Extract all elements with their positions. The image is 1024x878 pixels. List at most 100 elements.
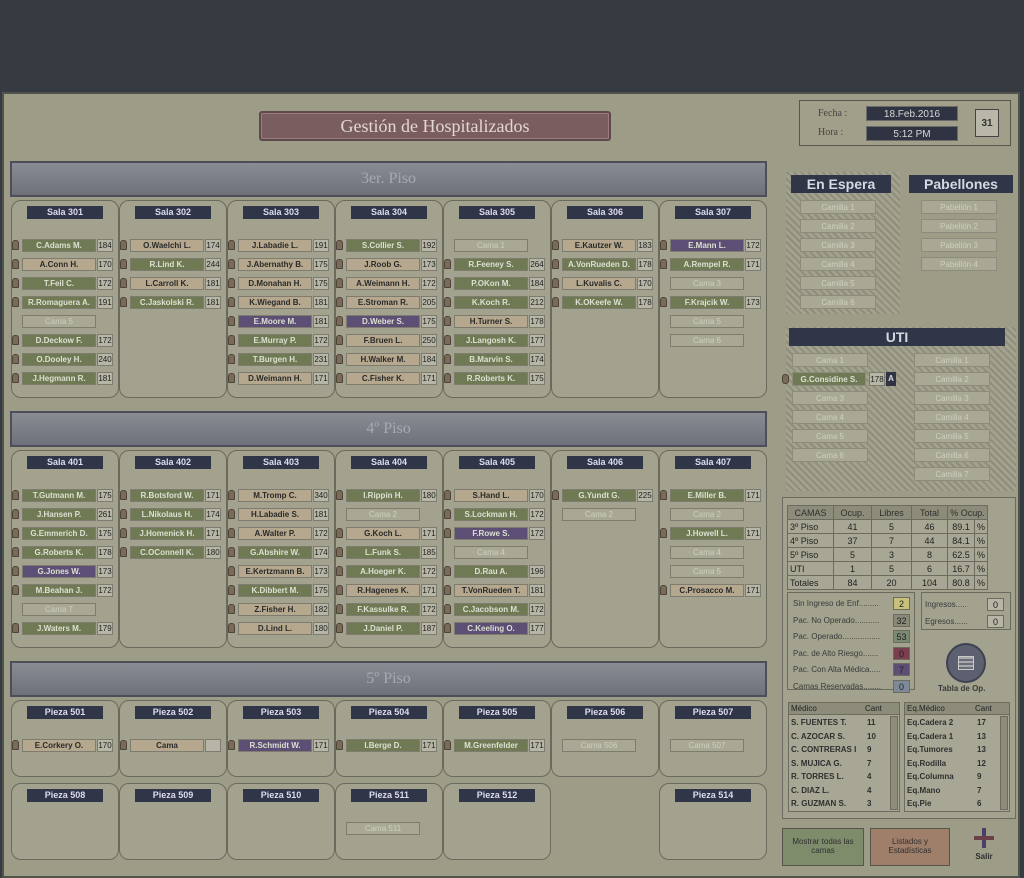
bed-slot[interactable]: L.Carroll K. 181: [120, 277, 226, 290]
patient-name[interactable]: G.Jones W.: [22, 565, 96, 578]
bed-slot[interactable]: E.Corkery O. 170: [12, 739, 118, 752]
tabla-op-button[interactable]: [946, 643, 986, 683]
patient-name[interactable]: Cama 2: [670, 508, 744, 521]
listados-button[interactable]: Listados y Estadísticas: [870, 828, 950, 866]
bed-slot[interactable]: D.Rau A. 196: [444, 565, 550, 578]
bed-slot[interactable]: K.OKeefe W. 178: [552, 296, 658, 309]
bed-slot[interactable]: K.Wiegand B. 181: [228, 296, 334, 309]
bed-slot[interactable]: H.Turner S. 178: [444, 315, 550, 328]
bed-slot[interactable]: Cama 5: [666, 315, 766, 328]
uti-camilla[interactable]: Camilla 7: [914, 467, 990, 481]
uti-camilla[interactable]: Camilla 1: [914, 353, 990, 367]
bed-slot[interactable]: J.Roob G. 173: [336, 258, 442, 271]
patient-name[interactable]: E.Murray P.: [238, 334, 312, 347]
bed-slot[interactable]: J.Hegmann R. 181: [12, 372, 118, 385]
patient-name[interactable]: Cama 511: [346, 822, 420, 835]
patient-name[interactable]: D.Weimann H.: [238, 372, 312, 385]
camilla-espera[interactable]: Camilla 1: [800, 200, 876, 214]
bed-slot[interactable]: R.Romaguera A. 191: [12, 296, 118, 309]
patient-name[interactable]: J.Labadie L.: [238, 239, 312, 252]
patient-name[interactable]: J.Hansen P.: [22, 508, 96, 521]
bed-slot[interactable]: J.Homenick H. 171: [120, 527, 226, 540]
patient-name[interactable]: Cama 2: [562, 508, 636, 521]
list-item[interactable]: Eq.Columna 9: [907, 770, 1005, 783]
patient-name[interactable]: D.Rau A.: [454, 565, 528, 578]
bed-slot[interactable]: C.Jacobson M. 172: [444, 603, 550, 616]
bed-slot[interactable]: Cama 506: [558, 739, 658, 752]
patient-name[interactable]: R.Lind K.: [130, 258, 204, 271]
bed-slot[interactable]: J.Waters M. 179: [12, 622, 118, 635]
patient-name[interactable]: Cama 7: [22, 603, 96, 616]
mostrar-camas-button[interactable]: Mostrar todas las camas: [782, 828, 864, 866]
bed-slot[interactable]: A.Rempel R. 171: [660, 258, 766, 271]
patient-name[interactable]: C.Fisher K.: [346, 372, 420, 385]
patient-name[interactable]: C.OConnell K.: [130, 546, 204, 559]
pabellon-slot[interactable]: Pabellón 3: [921, 238, 997, 252]
bed-slot[interactable]: S.Hand L. 170: [444, 489, 550, 502]
bed-slot[interactable]: T.Feil C. 172: [12, 277, 118, 290]
bed-slot[interactable]: D.Lind L. 180: [228, 622, 334, 635]
bed-slot[interactable]: S.Lockman H. 172: [444, 508, 550, 521]
patient-name[interactable]: H.Turner S.: [454, 315, 528, 328]
bed-slot[interactable]: I.Rippin H. 180: [336, 489, 442, 502]
bed-slot[interactable]: J.Labadie L. 191: [228, 239, 334, 252]
uti-camilla[interactable]: Camilla 3: [914, 391, 990, 405]
patient-name[interactable]: Cama 506: [562, 739, 636, 752]
list-scrollbar[interactable]: [1000, 716, 1008, 810]
list-item[interactable]: Eq.Tumores 13: [907, 743, 1005, 756]
patient-name[interactable]: F.Krajcik W.: [670, 296, 744, 309]
patient-name[interactable]: R.Roberts K.: [454, 372, 528, 385]
patient-name[interactable]: B.Marvin S.: [454, 353, 528, 366]
patient-name[interactable]: A.Hoeger K.: [346, 565, 420, 578]
patient-name[interactable]: J.Abernathy B.: [238, 258, 312, 271]
patient-name[interactable]: L.Carroll K.: [130, 277, 204, 290]
patient-name[interactable]: O.Dooley H.: [22, 353, 96, 366]
bed-slot[interactable]: E.Moore M. 181: [228, 315, 334, 328]
bed-slot[interactable]: E.Kertzmann B. 173: [228, 565, 334, 578]
patient-name[interactable]: S.Hand L.: [454, 489, 528, 502]
bed-slot[interactable]: R.Hagenes K. 171: [336, 584, 442, 597]
patient-name[interactable]: C.Jacobson M.: [454, 603, 528, 616]
patient-name[interactable]: R.Hagenes K.: [346, 584, 420, 597]
salir-button[interactable]: Salir: [958, 824, 1010, 868]
bed-slot[interactable]: B.Marvin S. 174: [444, 353, 550, 366]
patient-name[interactable]: Cama 1: [454, 239, 528, 252]
bed-slot[interactable]: M.Greenfelder 171: [444, 739, 550, 752]
list-item[interactable]: S. MUJICA G. 7: [791, 757, 895, 770]
bed-slot[interactable]: Cama 2: [666, 508, 766, 521]
patient-name[interactable]: T.VonRueden T.: [454, 584, 528, 597]
bed-slot[interactable]: F.Bruen L. 250: [336, 334, 442, 347]
patient-name[interactable]: Cama 3: [670, 277, 744, 290]
patient-name[interactable]: D.Lind L.: [238, 622, 312, 635]
bed-slot[interactable]: J.Daniel P. 187: [336, 622, 442, 635]
uti-camilla[interactable]: Camilla 6: [914, 448, 990, 462]
patient-name[interactable]: E.Miller B.: [670, 489, 744, 502]
bed-slot[interactable]: Cama 2: [342, 508, 442, 521]
patient-name[interactable]: J.Howell L.: [670, 527, 744, 540]
bed-slot[interactable]: F.Rowe S. 172: [444, 527, 550, 540]
patient-name[interactable]: K.OKeefe W.: [562, 296, 636, 309]
bed-slot[interactable]: Cama: [120, 739, 226, 752]
bed-slot[interactable]: Cama 507: [666, 739, 766, 752]
bed-slot[interactable]: E.Kautzer W. 183: [552, 239, 658, 252]
pabellon-slot[interactable]: Pabellón 4: [921, 257, 997, 271]
patient-name[interactable]: L.Nikolaus H.: [130, 508, 204, 521]
bed-slot[interactable]: Cama 5: [18, 315, 118, 328]
patient-name[interactable]: A.VonRueden D.: [562, 258, 636, 271]
patient-name[interactable]: S.Lockman H.: [454, 508, 528, 521]
patient-name[interactable]: K.Koch R.: [454, 296, 528, 309]
list-item[interactable]: Eq.Cadera 2 17: [907, 716, 1005, 729]
patient-name[interactable]: G.Koch L.: [346, 527, 420, 540]
patient-name[interactable]: J.Daniel P.: [346, 622, 420, 635]
bed-slot[interactable]: A.Hoeger K. 172: [336, 565, 442, 578]
bed-slot[interactable]: F.Kassulke R. 172: [336, 603, 442, 616]
patient-name[interactable]: R.Feeney S.: [454, 258, 528, 271]
pabellon-slot[interactable]: Pabellón 2: [921, 219, 997, 233]
patient-name[interactable]: M.Greenfelder: [454, 739, 528, 752]
patient-name[interactable]: M.Tromp C.: [238, 489, 312, 502]
patient-name[interactable]: I.Rippin H.: [346, 489, 420, 502]
camilla-espera[interactable]: Camilla 3: [800, 238, 876, 252]
camilla-espera[interactable]: Camilla 2: [800, 219, 876, 233]
bed-slot[interactable]: J.Hansen P. 261: [12, 508, 118, 521]
bed-slot[interactable]: Cama 4: [666, 546, 766, 559]
